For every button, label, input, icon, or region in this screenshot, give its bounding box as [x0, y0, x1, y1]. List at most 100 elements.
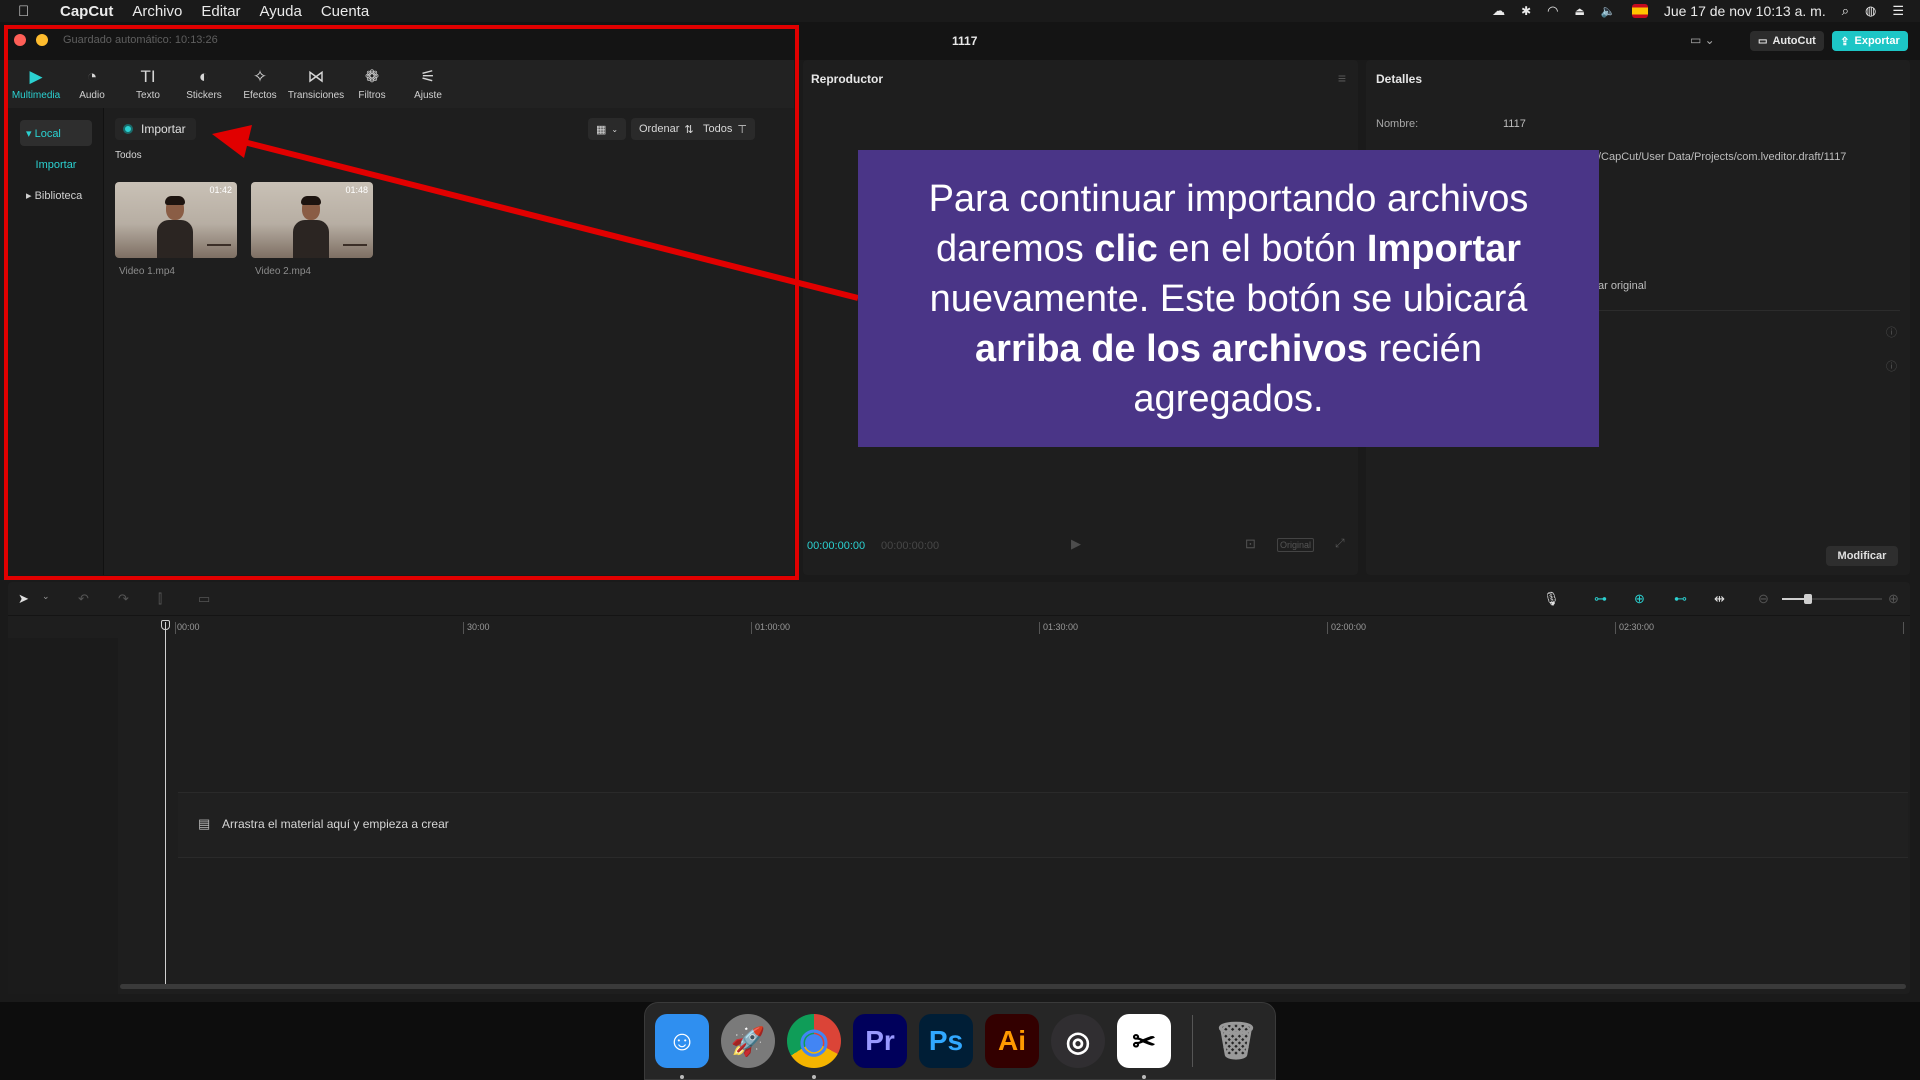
chevron-down-icon[interactable]: ⌄ [42, 591, 50, 602]
auto-snap-icon[interactable]: ⊕ [1634, 591, 1645, 607]
play-icon[interactable]: ▶ [1071, 536, 1081, 552]
bluetooth-icon[interactable]: ✱ [1521, 4, 1531, 18]
search-icon[interactable]: ⌕ [1842, 3, 1849, 19]
running-indicator [812, 1075, 816, 1079]
dock-illustrator-icon[interactable]: Ai [985, 1014, 1039, 1068]
multimedia-icon: ▶ [29, 67, 43, 86]
timeline-scrollbar[interactable] [120, 984, 1906, 989]
tab-transiciones[interactable]: ⋈ Transiciones [288, 60, 344, 108]
callout-bold: clic [1094, 227, 1158, 270]
player-menu-icon[interactable]: ≡ [1338, 70, 1346, 86]
zoom-slider[interactable] [1782, 594, 1882, 604]
volume-icon[interactable]: 🔈 [1601, 4, 1616, 18]
apple-icon[interactable]:  [18, 3, 46, 20]
media-panel: ▶ Multimedia ◔ Audio TI Texto ◐ Stickers… [8, 60, 794, 575]
siri-icon[interactable]: ◍ [1865, 3, 1876, 19]
menu-cuenta[interactable]: Cuenta [321, 3, 369, 20]
export-button[interactable]: ⇪ Exportar [1832, 31, 1908, 51]
wifi-icon[interactable]: ◠ [1547, 3, 1558, 19]
path-value: /CapCut/User Data/Projects/com.lveditor.… [1598, 151, 1847, 163]
preview-axis-icon[interactable]: ⇹ [1714, 591, 1725, 607]
callout-bold: arriba de los archivos [975, 327, 1368, 370]
fullscreen-icon[interactable]: ⤢ [1335, 536, 1345, 551]
menu-editar[interactable]: Editar [201, 3, 240, 20]
sort-label: Ordenar [639, 123, 680, 135]
sidebar-item-importar[interactable]: Importar [20, 152, 92, 178]
linkage-icon[interactable]: ⊷ [1674, 591, 1687, 607]
creative-cloud-icon[interactable]: ☁ [1492, 3, 1505, 19]
filter-icon: ⊤ [737, 123, 747, 136]
tab-stickers[interactable]: ◐ Stickers [176, 60, 232, 108]
film-icon: ▤ [198, 816, 211, 831]
ruler-label: 02:00:00 [1331, 622, 1367, 632]
eject-icon[interactable]: ⏏ [1574, 5, 1584, 18]
control-center-icon[interactable]: ☰ [1892, 3, 1904, 19]
callout-part: nuevamente. Este botón se ubicará [929, 277, 1528, 320]
track-header-column [8, 638, 118, 994]
info-icon[interactable]: ⓘ [1886, 324, 1897, 340]
tab-filtros[interactable]: ❁ Filtros [344, 60, 400, 108]
clock-text[interactable]: Jue 17 de nov 10:13 a. m. [1664, 3, 1826, 19]
effects-icon: ✧ [252, 67, 268, 86]
main-track-magnet-icon[interactable]: ⊶ [1594, 591, 1607, 607]
keep-original-label: ar original [1598, 280, 1647, 292]
menu-bar:  CapCut Archivo Editar Ayuda Cuenta ☁ ✱… [0, 0, 1920, 22]
tab-multimedia[interactable]: ▶ Multimedia [8, 60, 64, 108]
tab-efectos[interactable]: ✧ Efectos [232, 60, 288, 108]
close-window-button[interactable] [14, 34, 26, 46]
dock-capcut-icon[interactable]: ✂ [1117, 1014, 1171, 1068]
filters-icon: ❁ [364, 67, 380, 86]
tab-audio[interactable]: ◔ Audio [64, 60, 120, 108]
playhead-line[interactable] [165, 622, 166, 984]
ruler-label: 00:00 [177, 622, 200, 632]
menu-ayuda[interactable]: Ayuda [260, 3, 302, 20]
dock-photoshop-icon[interactable]: Ps [919, 1014, 973, 1068]
dock-chrome-icon[interactable]: ◉ [787, 1014, 841, 1068]
flag-icon[interactable] [1631, 4, 1648, 18]
filter-button[interactable]: Todos ⊤ [695, 118, 755, 140]
info-icon[interactable]: ⓘ [1886, 358, 1897, 374]
tab-ajuste[interactable]: ⚟ Ajuste [400, 60, 456, 108]
sidebar-item-local[interactable]: ▾ Local [20, 120, 92, 146]
dock-trash-icon[interactable]: 🗑 [1209, 1014, 1263, 1068]
timeline-ruler[interactable]: 00:00 30:00 01:00:00 01:30:00 02:00:00 0… [118, 616, 1910, 638]
menu-app-name[interactable]: CapCut [60, 3, 113, 20]
dock-obs-icon[interactable]: ◎ [1051, 1014, 1105, 1068]
zoom-in-icon[interactable]: ⊕ [1888, 591, 1899, 607]
zoom-out-icon[interactable]: ⊖ [1758, 591, 1769, 607]
dock-finder-icon[interactable]: ☺ [655, 1014, 709, 1068]
chevron-down-icon: ⌄ [611, 124, 619, 134]
menu-archivo[interactable]: Archivo [132, 3, 182, 20]
timeline-drop-zone[interactable]: ▤ Arrastra el material aquí y empieza a … [178, 792, 1908, 858]
original-ratio-button[interactable]: Original [1277, 538, 1315, 552]
tab-label: Multimedia [11, 90, 61, 101]
redo-icon[interactable]: ↷ [118, 591, 129, 607]
dock-launchpad-icon[interactable]: 🚀 [721, 1014, 775, 1068]
player-current-time: 00:00:00:00 [807, 540, 866, 552]
running-indicator [680, 1075, 684, 1079]
import-button[interactable]: Importar [115, 118, 196, 140]
minimize-window-button[interactable] [36, 34, 48, 46]
clip-duration: 01:48 [345, 185, 368, 195]
media-clip-thumbnail[interactable]: 01:42 [115, 182, 237, 258]
text-icon: TI [140, 67, 156, 86]
adjust-icon: ⚟ [420, 67, 436, 86]
split-icon[interactable]: ⫿ [158, 591, 162, 607]
autocut-button[interactable]: ▭ AutoCut [1750, 31, 1824, 51]
layout-toggle-icon[interactable]: ▭ ⌄ [1690, 33, 1720, 49]
media-clip-thumbnail[interactable]: 01:48 [251, 182, 373, 258]
undo-icon[interactable]: ↶ [78, 591, 89, 607]
delete-icon[interactable]: ▭ [198, 591, 210, 607]
microphone-icon[interactable]: 🎙 [1543, 591, 1560, 607]
select-cursor-icon[interactable]: ➤ [18, 591, 29, 607]
sidebar-item-biblioteca[interactable]: ▸ Biblioteca [20, 182, 92, 208]
ruler-label: 01:00:00 [755, 622, 791, 632]
dock-premiere-icon[interactable]: Pr [853, 1014, 907, 1068]
sort-button[interactable]: Ordenar ⇅ [631, 118, 702, 140]
modify-button[interactable]: Modificar [1826, 546, 1898, 566]
fit-icon[interactable]: ⊡ [1245, 536, 1256, 552]
tab-texto[interactable]: TI Texto [120, 60, 176, 108]
view-mode-button[interactable]: ▦ ⌄ [588, 118, 626, 140]
title-bar: Guardado automático: 10:13:26 1117 ▭ ⌄ ▭… [0, 22, 1920, 60]
zoom-slider-thumb[interactable] [1804, 594, 1812, 604]
